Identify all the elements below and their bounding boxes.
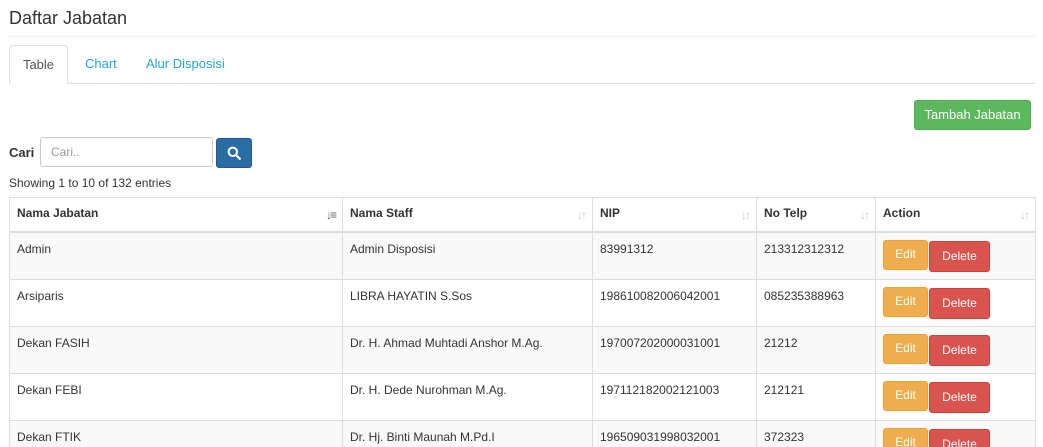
search-label: Cari [9, 145, 35, 160]
cell-action: Edit Delete [875, 231, 1036, 280]
cell-nip: 83991312 [592, 231, 757, 280]
cell-nip: 198610082006042001 [592, 278, 757, 327]
table-row: Arsiparis LIBRA HAYATIN S.Sos 1986100820… [9, 278, 1036, 327]
table-row: Admin Admin Disposisi 83991312 213312312… [9, 231, 1036, 280]
edit-button[interactable]: Edit [883, 333, 928, 364]
entries-info: Showing 1 to 10 of 132 entries [9, 176, 172, 190]
cell-action: Edit Delete [875, 372, 1036, 421]
search-button[interactable] [216, 138, 252, 168]
cell-no-telp: 372323 [756, 419, 876, 447]
cell-action: Edit Delete [875, 325, 1036, 374]
edit-button[interactable]: Edit [883, 427, 928, 447]
tab-table[interactable]: Table [9, 45, 68, 84]
sort-asc-icon: ↓≡ [325, 208, 337, 222]
cell-nip: 197112182002121003 [592, 372, 757, 421]
cell-nama-staff: Dr. Hj. Binti Maunah M.Pd.I [342, 419, 593, 447]
cell-nama-jabatan: Dekan FEBI [9, 372, 343, 421]
delete-button[interactable]: Delete [929, 240, 990, 272]
cell-nama-staff: LIBRA HAYATIN S.Sos [342, 278, 593, 327]
table-header-row: Nama Jabatan ↓≡ Nama Staff ↓↑ NIP ↓↑ No Tel… [9, 197, 1036, 233]
column-header-nip[interactable]: NIP ↓↑ [592, 197, 757, 233]
sort-icon: ↓↑ [577, 208, 587, 222]
sort-icon: ↓↑ [1020, 208, 1030, 222]
cell-no-telp: 213312312312 [756, 231, 876, 280]
search-icon [227, 146, 241, 160]
cell-no-telp: 212121 [756, 372, 876, 421]
tab-alur-disposisi[interactable]: Alur Disposisi [131, 45, 240, 84]
cell-nip: 197007202000031001 [592, 325, 757, 374]
cell-nama-jabatan: Dekan FTIK [9, 419, 343, 447]
delete-button[interactable]: Delete [929, 334, 990, 366]
cell-action: Edit Delete [875, 278, 1036, 327]
cell-nama-staff: Dr. H. Dede Nurohman M.Ag. [342, 372, 593, 421]
delete-button[interactable]: Delete [929, 428, 990, 447]
column-header-action[interactable]: Action ↓↑ [875, 197, 1036, 233]
edit-button[interactable]: Edit [883, 380, 928, 411]
tab-bar: Table Chart Alur Disposisi [9, 45, 1035, 84]
cell-nama-staff: Admin Disposisi [342, 231, 593, 280]
search-input[interactable] [40, 137, 213, 167]
cell-no-telp: 085235388963 [756, 278, 876, 327]
cell-nama-staff: Dr. H. Ahmad Muhtadi Anshor M.Ag. [342, 325, 593, 374]
cell-no-telp: 21212 [756, 325, 876, 374]
tambah-jabatan-button[interactable]: Tambah Jabatan [914, 100, 1031, 130]
column-header-no-telp[interactable]: No Telp ↓↑ [756, 197, 876, 233]
table-row: Dekan FASIH Dr. H. Ahmad Muhtadi Anshor … [9, 325, 1036, 374]
delete-button[interactable]: Delete [929, 287, 990, 319]
page-title: Daftar Jabatan [9, 8, 128, 28]
edit-button[interactable]: Edit [883, 239, 928, 270]
sort-icon: ↓↑ [860, 208, 870, 222]
delete-button[interactable]: Delete [929, 381, 990, 413]
column-header-nama-staff[interactable]: Nama Staff ↓↑ [342, 197, 593, 233]
cell-nama-jabatan: Admin [9, 231, 343, 280]
cell-nip: 196509031998032001 [592, 419, 757, 447]
cell-nama-jabatan: Dekan FASIH [9, 325, 343, 374]
title-divider [9, 36, 1035, 37]
column-header-nama-jabatan[interactable]: Nama Jabatan ↓≡ [9, 197, 343, 233]
edit-button[interactable]: Edit [883, 286, 928, 317]
jabatan-table: Nama Jabatan ↓≡ Nama Staff ↓↑ NIP ↓↑ No Tel… [9, 197, 1036, 447]
sort-icon: ↓↑ [741, 208, 751, 222]
cell-nama-jabatan: Arsiparis [9, 278, 343, 327]
table-row: Dekan FEBI Dr. H. Dede Nurohman M.Ag. 19… [9, 372, 1036, 421]
cell-action: Edit Delete [875, 419, 1036, 447]
tab-chart[interactable]: Chart [70, 45, 132, 84]
table-row: Dekan FTIK Dr. Hj. Binti Maunah M.Pd.I 1… [9, 419, 1036, 447]
